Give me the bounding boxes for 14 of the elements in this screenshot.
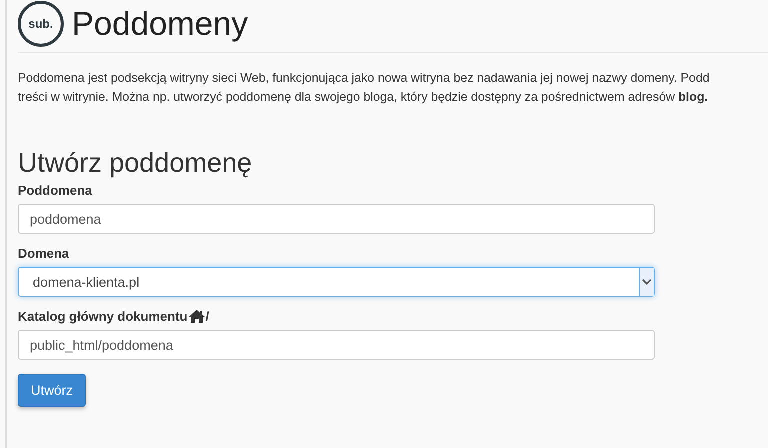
- form-heading: Utwórz poddomenę: [18, 147, 254, 179]
- field-label: Domena: [18, 246, 70, 261]
- page-title: Poddomeny: [72, 5, 248, 43]
- subdomain-logo: sub.: [18, 1, 64, 47]
- path-separator: /: [206, 309, 210, 324]
- field-label: Katalog główny dokumentu: [18, 309, 188, 324]
- description-text: treści w witrynie. Można np. utworzyć poddomenę dla swojego bloga, który będzie dostępny za pośrednictwem adresów blog.: [18, 89, 710, 106]
- caret-icon: [642, 279, 652, 285]
- field-label: Poddomena: [18, 183, 92, 198]
- input-field[interactable]: poddomena: [18, 204, 655, 234]
- create-button[interactable]: Utwórz: [18, 374, 86, 407]
- input-field[interactable]: public_html/poddomena: [18, 330, 655, 360]
- description-text: Poddomena jest podsekcją witryny sieci Web, funkcjonująca jako nowa witryna bez nadawania jej nowej nazwy domeny. Podd: [18, 70, 711, 87]
- domain-select[interactable]: domena-klienta.pl: [18, 267, 655, 297]
